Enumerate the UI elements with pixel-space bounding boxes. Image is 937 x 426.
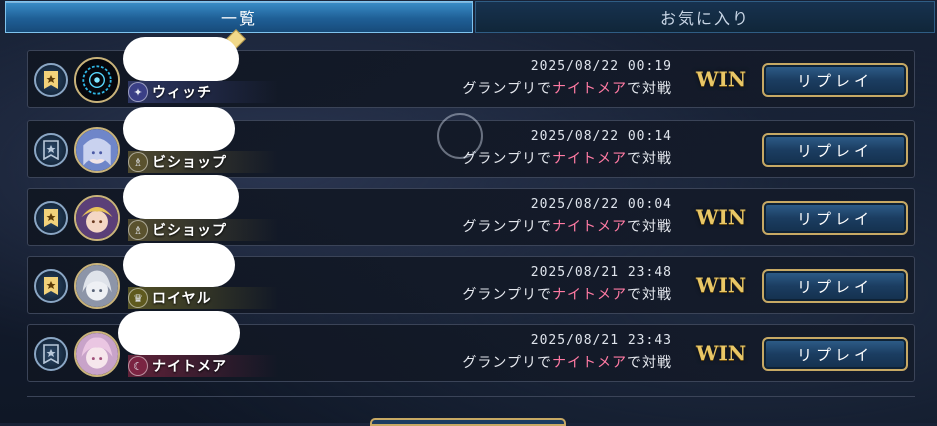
opponent-class-highlight: ナイトメア xyxy=(552,219,627,235)
opponent-class-highlight: ナイトメア xyxy=(552,287,627,303)
result-badge: WIN xyxy=(696,341,747,365)
bookmark-star-icon xyxy=(44,71,58,89)
match-description: グランプリでナイトメアで対戦 xyxy=(462,287,672,303)
match-meta: 2025/08/21 23:48 グランプリでナイトメアで対戦 xyxy=(462,265,672,304)
match-meta: 2025/08/21 23:43 グランプリでナイトメアで対戦 xyxy=(462,333,672,372)
replay-row: ✦ ウィッチ 2025/08/22 00:19 グランプリでナイトメアで対戦 W… xyxy=(27,37,915,108)
replay-row: ☾ ナイトメア 2025/08/21 23:43 グランプリでナイトメアで対戦 … xyxy=(27,311,915,382)
bishop-icon: ♗ xyxy=(128,220,148,240)
tab-list[interactable]: 一覧 xyxy=(5,1,473,33)
match-timestamp: 2025/08/22 00:14 xyxy=(530,129,672,144)
tab-bar: 一覧 お気に入り xyxy=(0,0,937,34)
avatar-bishop-purple-icon xyxy=(76,197,118,239)
result-badge: WIN xyxy=(696,273,747,297)
match-meta: 2025/08/22 00:19 グランプリでナイトメアで対戦 xyxy=(462,59,672,98)
redacted-player-name xyxy=(123,175,239,219)
class-badge: ☾ ナイトメア xyxy=(128,355,278,377)
match-meta: 2025/08/22 00:14 グランプリでナイトメアで対戦 xyxy=(462,129,672,168)
opponent-avatar xyxy=(74,57,120,103)
list-next-row-edge xyxy=(27,396,915,407)
result-badge: WIN xyxy=(696,205,747,229)
tab-favorites[interactable]: お気に入り xyxy=(475,1,935,33)
favorite-toggle-button[interactable] xyxy=(34,337,68,371)
redacted-player-name xyxy=(123,37,239,81)
avatar-witch-dark-icon xyxy=(76,59,118,101)
class-label: ロイヤル xyxy=(152,291,212,307)
redacted-player-name xyxy=(123,107,235,151)
match-timestamp: 2025/08/21 23:43 xyxy=(530,333,672,348)
class-badge: ♛ ロイヤル xyxy=(128,287,278,309)
opponent-avatar xyxy=(74,263,120,309)
favorite-toggle-button[interactable] xyxy=(34,269,68,303)
opponent-class-highlight: ナイトメア xyxy=(552,81,627,97)
replay-row: ♛ ロイヤル 2025/08/21 23:48 グランプリでナイトメアで対戦 W… xyxy=(27,243,915,314)
bookmark-star-icon xyxy=(44,209,58,227)
replay-button[interactable]: リプレイ xyxy=(762,337,908,371)
redacted-player-name xyxy=(118,311,240,355)
redacted-player-name xyxy=(123,243,235,287)
class-label: ウィッチ xyxy=(152,85,212,101)
result-badge: WIN xyxy=(696,67,747,91)
opponent-class-highlight: ナイトメア xyxy=(552,151,627,167)
favorite-toggle-button[interactable] xyxy=(34,133,68,167)
bottom-action-button-edge[interactable] xyxy=(370,418,566,426)
opponent-avatar xyxy=(74,195,120,241)
match-description: グランプリでナイトメアで対戦 xyxy=(462,81,672,97)
match-meta: 2025/08/22 00:04 グランプリでナイトメアで対戦 xyxy=(462,197,672,236)
class-badge: ✦ ウィッチ xyxy=(128,81,278,103)
match-timestamp: 2025/08/21 23:48 xyxy=(530,265,672,280)
avatar-nightmare-pink-icon xyxy=(76,333,118,375)
favorite-toggle-button[interactable] xyxy=(34,63,68,97)
class-label: ナイトメア xyxy=(152,359,227,375)
replay-row: ♗ ビショップ 2025/08/22 00:04 グランプリでナイトメアで対戦 … xyxy=(27,175,915,246)
match-description: グランプリでナイトメアで対戦 xyxy=(462,355,672,371)
opponent-avatar xyxy=(74,331,120,377)
class-badge: ♗ ビショップ xyxy=(128,151,278,173)
bookmark-star-icon xyxy=(44,277,58,295)
replay-button[interactable]: リプレイ xyxy=(762,133,908,167)
class-label: ビショップ xyxy=(152,155,227,171)
opponent-avatar xyxy=(74,127,120,173)
royal-icon: ♛ xyxy=(128,288,148,308)
nightmare-icon: ☾ xyxy=(128,356,148,376)
favorite-toggle-button[interactable] xyxy=(34,201,68,235)
match-timestamp: 2025/08/22 00:04 xyxy=(530,197,672,212)
witch-icon: ✦ xyxy=(128,82,148,102)
bishop-icon: ♗ xyxy=(128,152,148,172)
opponent-class-highlight: ナイトメア xyxy=(552,355,627,371)
touch-cursor-ring xyxy=(437,113,483,159)
replay-button[interactable]: リプレイ xyxy=(762,63,908,97)
avatar-bishop-blue-icon xyxy=(76,129,118,171)
match-timestamp: 2025/08/22 00:19 xyxy=(530,59,672,74)
bookmark-star-icon xyxy=(43,140,59,160)
match-description: グランプリでナイトメアで対戦 xyxy=(462,219,672,235)
match-description: グランプリでナイトメアで対戦 xyxy=(462,151,672,167)
bookmark-star-icon xyxy=(43,344,59,364)
replay-button[interactable]: リプレイ xyxy=(762,269,908,303)
replay-button[interactable]: リプレイ xyxy=(762,201,908,235)
class-label: ビショップ xyxy=(152,223,227,239)
avatar-royal-silver-icon xyxy=(76,265,118,307)
class-badge: ♗ ビショップ xyxy=(128,219,278,241)
